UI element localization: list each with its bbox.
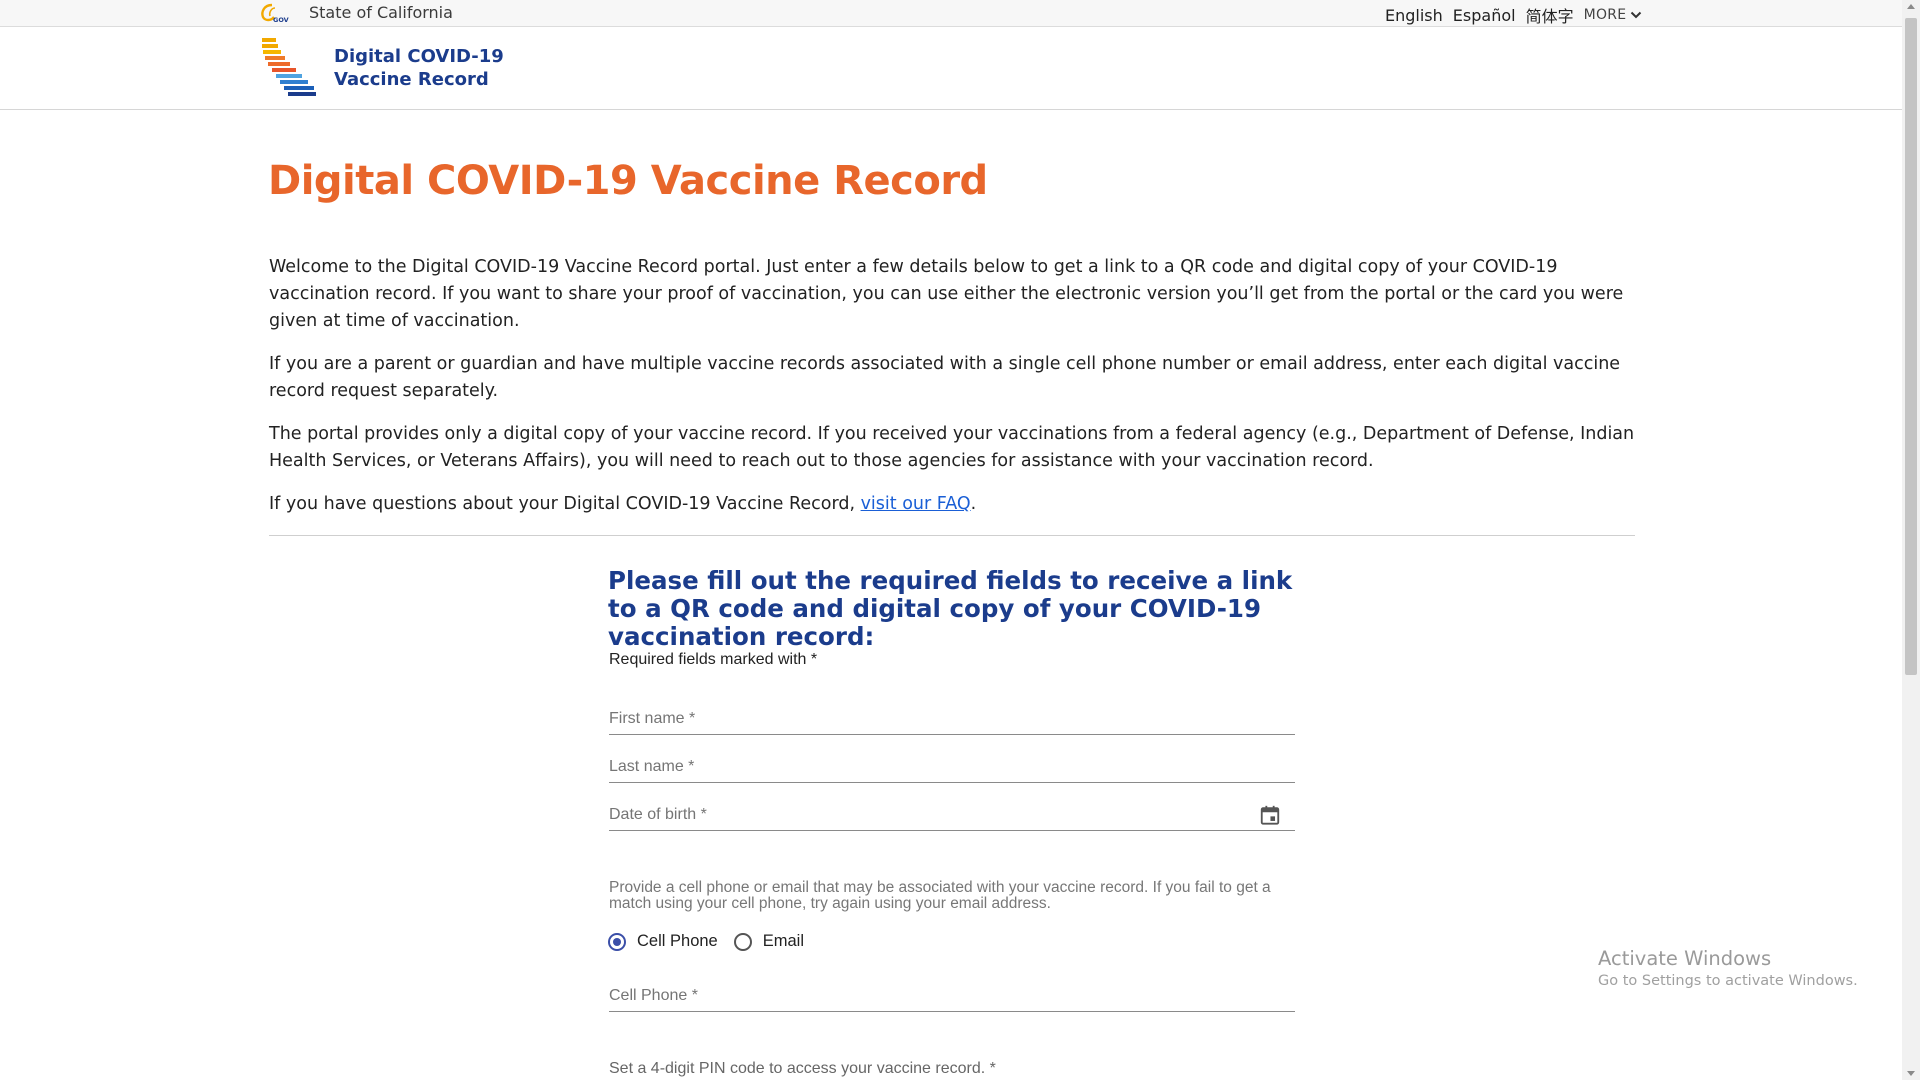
contact-method-radio-group: Cell Phone Email	[608, 932, 820, 951]
brand-title[interactable]: Digital COVID-19 Vaccine Record	[334, 45, 534, 91]
more-languages-label: MORE	[1583, 7, 1627, 23]
intro-paragraph-faq: If you have questions about your Digital…	[269, 491, 1635, 518]
date-of-birth-field[interactable]: Date of birth *	[609, 796, 1295, 831]
cell-phone-option-label: Cell Phone	[637, 932, 718, 950]
last-name-field[interactable]: Last name *	[609, 748, 1295, 783]
faq-link[interactable]: visit our FAQ	[861, 494, 971, 514]
language-chinese-link[interactable]: 简体字	[1526, 3, 1574, 27]
first-name-field[interactable]: First name *	[609, 700, 1295, 735]
form-heading: Please fill out the required fields to r…	[608, 566, 1293, 651]
chevron-down-icon	[1631, 11, 1642, 19]
branding-header: Digital COVID-19 Vaccine Record	[0, 27, 1902, 110]
page-title: Digital COVID-19 Vaccine Record	[268, 158, 988, 204]
language-espanol-link[interactable]: Español	[1453, 6, 1516, 25]
email-option[interactable]: Email	[733, 932, 804, 951]
pin-code-label: Set a 4-digit PIN code to access your va…	[609, 1060, 996, 1077]
brand-title-line2: Vaccine Record	[334, 69, 489, 90]
calendar-icon[interactable]	[1259, 804, 1281, 826]
faq-prefix-text: If you have questions about your Digital…	[269, 494, 861, 514]
last-name-label: Last name *	[609, 758, 695, 775]
email-radio[interactable]	[733, 932, 752, 951]
intro-section: Welcome to the Digital COVID-19 Vaccine …	[269, 254, 1635, 534]
scroll-down-arrow-icon[interactable]	[1907, 1071, 1915, 1076]
activate-windows-title: Activate Windows	[1598, 947, 1772, 970]
cell-phone-option[interactable]: Cell Phone	[608, 932, 718, 951]
date-of-birth-label: Date of birth *	[609, 806, 707, 823]
section-divider	[269, 535, 1635, 536]
scroll-up-arrow-icon[interactable]	[1907, 4, 1915, 9]
contact-help-text: Provide a cell phone or email that may b…	[609, 879, 1271, 912]
utility-bar: GOV State of California English Español …	[0, 0, 1902, 27]
language-switcher: English Español 简体字 MORE	[1385, 3, 1642, 27]
language-english-link[interactable]: English	[1385, 6, 1443, 25]
cagov-logo-icon[interactable]: GOV	[258, 2, 290, 24]
intro-paragraph-federal: The portal provides only a digital copy …	[269, 424, 1635, 471]
first-name-label: First name *	[609, 710, 696, 727]
email-option-label: Email	[762, 932, 804, 950]
scrollbar-thumb[interactable]	[1905, 18, 1917, 675]
cell-phone-label: Cell Phone *	[609, 987, 698, 1004]
more-languages-button[interactable]: MORE	[1584, 7, 1643, 23]
svg-text:GOV: GOV	[273, 16, 289, 24]
faq-suffix-text: .	[970, 494, 977, 514]
california-vaccine-logo-icon[interactable]	[258, 35, 318, 101]
cell-phone-radio[interactable]	[608, 932, 626, 951]
activate-windows-subtitle: Go to Settings to activate Windows.	[1598, 973, 1858, 989]
state-of-california-label[interactable]: State of California	[309, 3, 453, 22]
required-fields-note: Required fields marked with *	[609, 651, 818, 668]
intro-paragraph-parent: If you are a parent or guardian and have…	[269, 354, 1621, 401]
brand-title-line1: Digital COVID-19	[334, 46, 504, 67]
cell-phone-field[interactable]: Cell Phone *	[609, 977, 1295, 1012]
intro-paragraph-welcome: Welcome to the Digital COVID-19 Vaccine …	[269, 257, 1624, 331]
vertical-scrollbar[interactable]	[1902, 0, 1920, 1080]
